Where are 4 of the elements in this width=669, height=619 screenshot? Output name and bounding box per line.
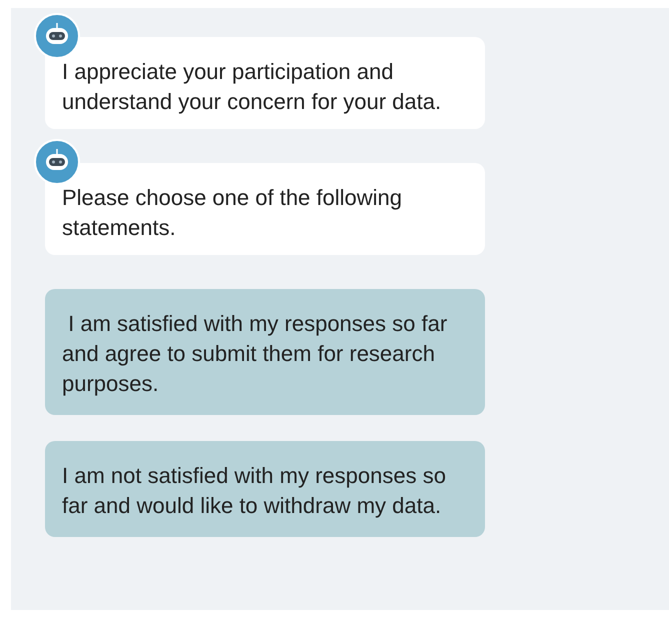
reply-option[interactable]: I am not satisfied with my responses so far and would like to withdraw my data. [45,441,485,537]
reply-option[interactable]: I am satisfied with my responses so far and agree to submit them for research purposes. [45,289,485,415]
message-text: I appreciate your participation and understand your concern for your data. [62,59,442,114]
message-text: Please choose one of the following statements. [62,185,404,240]
